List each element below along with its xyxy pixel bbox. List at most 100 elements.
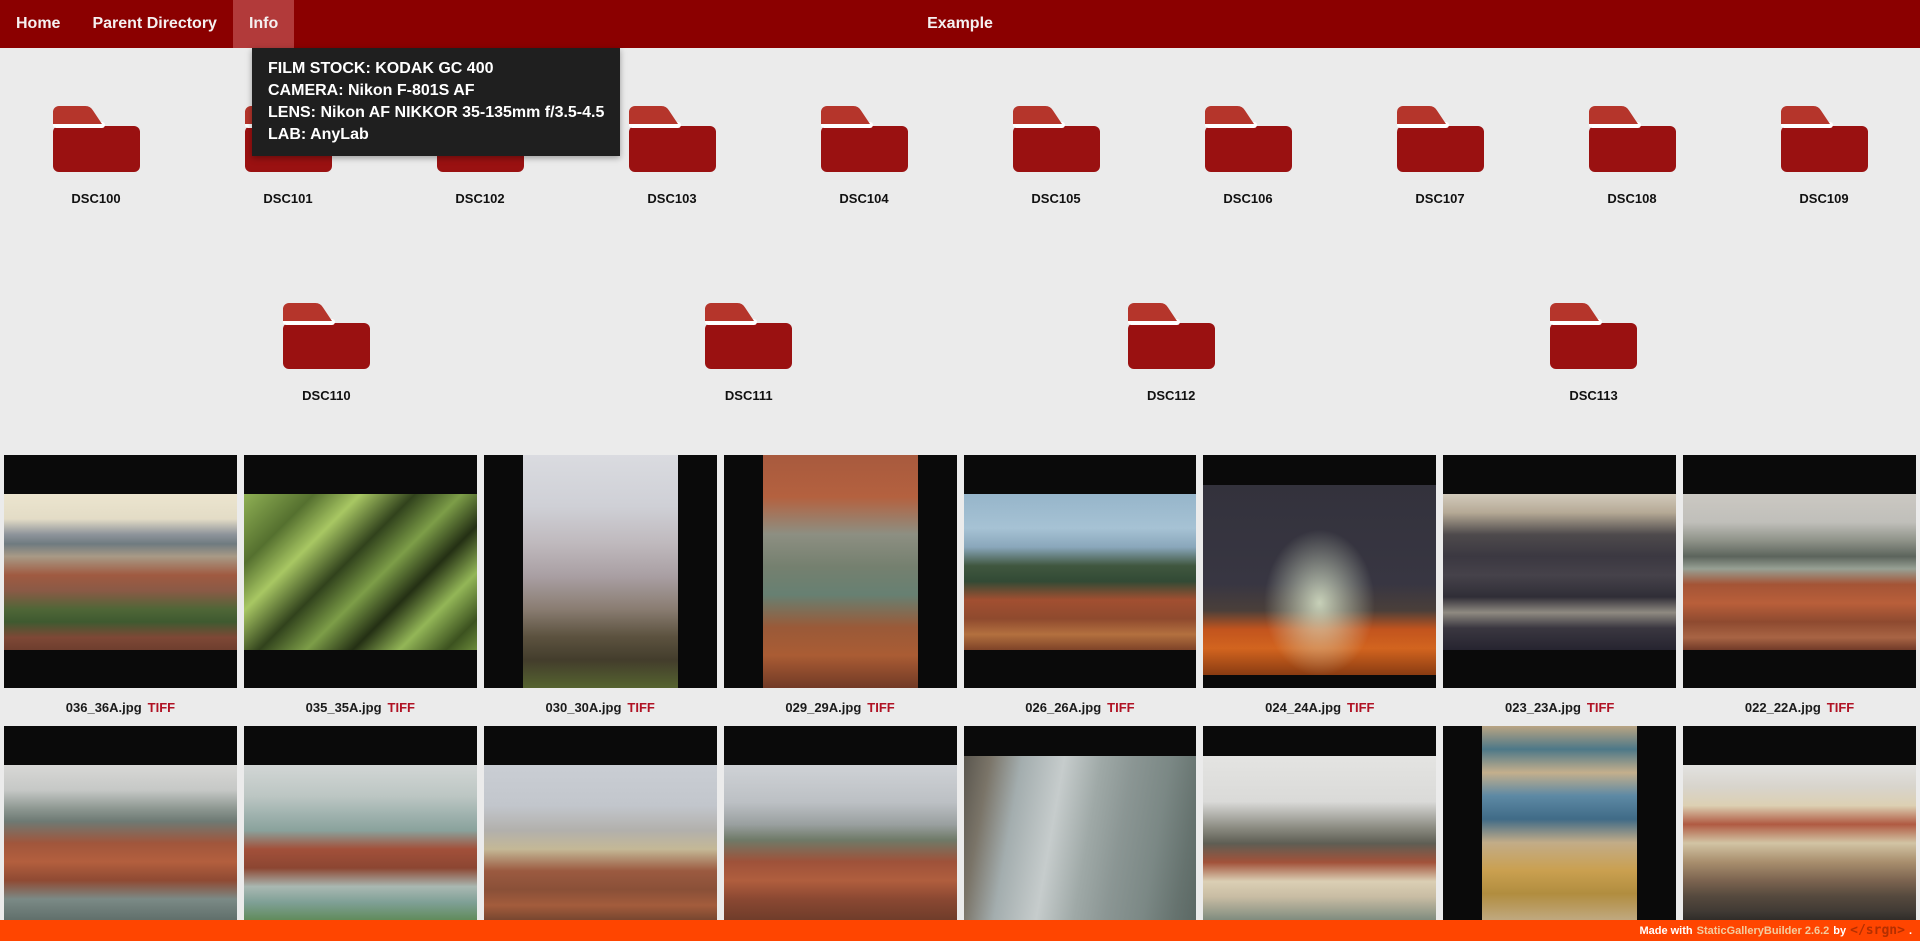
tooltip-line-camera: CAMERA: Nikon F-801S AF: [268, 80, 604, 102]
folder-item[interactable]: DSC100: [0, 100, 192, 206]
thumbnail-link[interactable]: [1443, 726, 1676, 941]
thumbnail-image: [763, 455, 918, 688]
gallery-card: [484, 726, 717, 941]
thumbnail-image: [244, 494, 477, 650]
thumbnail-caption: 036_36A.jpg TIFF: [4, 688, 237, 726]
tiff-link[interactable]: TIFF: [1587, 700, 1614, 715]
gallery-card: [964, 726, 1197, 941]
thumbnail-link[interactable]: [244, 455, 477, 688]
footer-by-text: by: [1833, 925, 1846, 937]
thumbnail-link[interactable]: [484, 455, 717, 688]
thumbnail-link[interactable]: [1203, 455, 1436, 688]
folder-item[interactable]: DSC110: [230, 297, 422, 403]
thumbnail-link[interactable]: [1443, 455, 1676, 688]
folder-item[interactable]: DSC106: [1152, 100, 1344, 206]
nav-item-info[interactable]: Info: [233, 0, 294, 48]
folder-label: DSC112: [1147, 388, 1195, 403]
thumbnail-caption: 023_23A.jpg TIFF: [1443, 688, 1676, 726]
thumbnail-image: [1443, 494, 1676, 650]
folder-label: DSC113: [1569, 388, 1617, 403]
thumbnail-filename[interactable]: 029_29A.jpg: [785, 700, 861, 715]
thumbnail-link[interactable]: [724, 455, 957, 688]
folder-item[interactable]: DSC107: [1344, 100, 1536, 206]
folder-label: DSC106: [1223, 191, 1272, 206]
thumbnail-filename[interactable]: 030_30A.jpg: [546, 700, 622, 715]
thumbnail-link[interactable]: [1683, 455, 1916, 688]
folder-item[interactable]: DSC105: [960, 100, 1152, 206]
thumbnail-link[interactable]: [4, 455, 237, 688]
thumbnail-image: [964, 756, 1197, 941]
thumbnail-filename[interactable]: 036_36A.jpg: [66, 700, 142, 715]
thumbnail-image: [4, 765, 237, 921]
folder-icon: [625, 100, 720, 175]
gallery-card: 035_35A.jpg TIFF: [244, 455, 477, 726]
thumbnail-caption: 024_24A.jpg TIFF: [1203, 688, 1436, 726]
thumbnail-filename[interactable]: 022_22A.jpg: [1745, 700, 1821, 715]
footer-made-with-text: Made with: [1639, 925, 1692, 937]
folder-label: DSC100: [71, 191, 120, 206]
thumbnail-image: [4, 494, 237, 650]
gallery-card: 024_24A.jpg TIFF: [1203, 455, 1436, 726]
thumbnail-link[interactable]: [964, 726, 1197, 941]
tiff-link[interactable]: TIFF: [1347, 700, 1374, 715]
folder-icon: [1201, 100, 1296, 175]
srgn-logo[interactable]: </srgn>: [1850, 923, 1905, 938]
footer-dot: .: [1909, 925, 1912, 937]
folder-icon: [49, 100, 144, 175]
thumbnail-link[interactable]: [724, 726, 957, 941]
tiff-link[interactable]: TIFF: [867, 700, 894, 715]
tiff-link[interactable]: TIFF: [1827, 700, 1854, 715]
folder-label: DSC111: [725, 388, 773, 403]
folder-icon: [1585, 100, 1680, 175]
tiff-link[interactable]: TIFF: [388, 700, 415, 715]
thumbnail-filename[interactable]: 024_24A.jpg: [1265, 700, 1341, 715]
thumbnail-caption: 030_30A.jpg TIFF: [484, 688, 717, 726]
top-nav: Home Parent Directory Info Example: [0, 0, 1920, 48]
tiff-link[interactable]: TIFF: [148, 700, 175, 715]
thumbnail-filename[interactable]: 035_35A.jpg: [306, 700, 382, 715]
thumbnail-image: [1203, 485, 1436, 675]
gallery-card: [1683, 726, 1916, 941]
thumbnail-image: [724, 765, 957, 921]
tooltip-line-lens: LENS: Nikon AF NIKKOR 35-135mm f/3.5-4.5: [268, 102, 604, 124]
tooltip-line-film-stock: FILM STOCK: KODAK GC 400: [268, 58, 604, 80]
folder-item[interactable]: DSC104: [768, 100, 960, 206]
tiff-link[interactable]: TIFF: [1107, 700, 1134, 715]
info-tooltip: FILM STOCK: KODAK GC 400 CAMERA: Nikon F…: [252, 48, 620, 156]
folder-label: DSC108: [1607, 191, 1656, 206]
thumbnail-filename[interactable]: 026_26A.jpg: [1025, 700, 1101, 715]
gallery-card: 022_22A.jpg TIFF: [1683, 455, 1916, 726]
thumbnail-caption: 029_29A.jpg TIFF: [724, 688, 957, 726]
thumbnail-link[interactable]: [964, 455, 1197, 688]
thumbnail-filename[interactable]: 023_23A.jpg: [1505, 700, 1581, 715]
folder-label: DSC102: [455, 191, 504, 206]
folder-item[interactable]: DSC109: [1728, 100, 1920, 206]
gallery-card: [244, 726, 477, 941]
thumbnail-link[interactable]: [4, 726, 237, 941]
thumbnail-link[interactable]: [1683, 726, 1916, 941]
folder-icon: [1546, 297, 1641, 372]
nav-item-home[interactable]: Home: [0, 0, 76, 48]
folder-item[interactable]: DSC112: [1075, 297, 1267, 403]
tooltip-line-lab: LAB: AnyLab: [268, 124, 604, 146]
folder-label: DSC107: [1415, 191, 1464, 206]
folder-icon: [279, 297, 374, 372]
folder-item[interactable]: DSC113: [1498, 297, 1690, 403]
thumbnail-link[interactable]: [244, 726, 477, 941]
tiff-link[interactable]: TIFF: [627, 700, 654, 715]
nav-item-parent-directory[interactable]: Parent Directory: [76, 0, 233, 48]
folder-item[interactable]: DSC111: [653, 297, 845, 403]
gallery-card: 036_36A.jpg TIFF: [4, 455, 237, 726]
thumbnail-link[interactable]: [484, 726, 717, 941]
thumbnail-image: [1683, 765, 1916, 921]
gallery-card: 029_29A.jpg TIFF: [724, 455, 957, 726]
gallery-card: 023_23A.jpg TIFF: [1443, 455, 1676, 726]
folder-icon: [1009, 100, 1104, 175]
folder-label: DSC109: [1799, 191, 1848, 206]
folder-label: DSC104: [839, 191, 888, 206]
folder-item[interactable]: DSC108: [1536, 100, 1728, 206]
folder-icon: [1124, 297, 1219, 372]
folder-label: DSC105: [1031, 191, 1080, 206]
footer-builder-link[interactable]: StaticGalleryBuilder 2.6.2: [1697, 925, 1830, 937]
thumbnail-link[interactable]: [1203, 726, 1436, 941]
